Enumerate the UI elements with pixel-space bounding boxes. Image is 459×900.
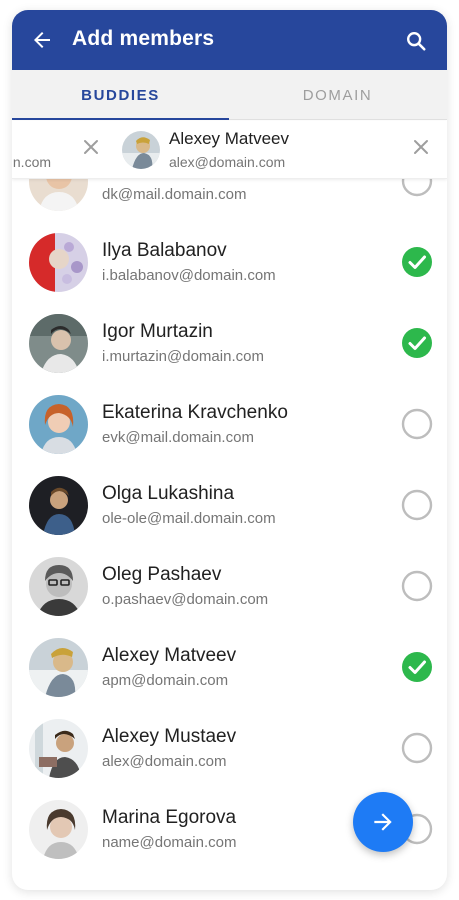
avatar — [29, 395, 88, 454]
member-name: Ekaterina Kravchenko — [102, 402, 288, 423]
member-list[interactable]: Dmitry Khazovdk@mail.domain.comIlya Bala… — [12, 140, 447, 890]
member-email: apm@domain.com — [102, 672, 229, 689]
list-item[interactable]: Alexey Matveev apm@domain.com — [12, 626, 447, 707]
unchecked-circle-icon[interactable] — [401, 408, 433, 440]
member-email: i.balabanov@domain.com — [102, 267, 276, 284]
list-item[interactable]: Ekaterina Kravchenko evk@mail.domain.com — [12, 383, 447, 464]
tab-bar: BUDDIES DOMAIN — [12, 70, 447, 120]
list-item[interactable]: Oleg Pashaev o.pashaev@domain.com — [12, 545, 447, 626]
avatar — [122, 131, 160, 169]
list-item[interactable]: Olga Lukashina ole-ole@mail.domain.com — [12, 464, 447, 545]
member-email: dk@mail.domain.com — [102, 186, 247, 203]
member-email: alex@domain.com — [102, 753, 227, 770]
avatar — [29, 719, 88, 778]
close-icon[interactable] — [413, 139, 429, 155]
arrow-left-icon[interactable] — [30, 28, 54, 52]
member-email: i.murtazin@domain.com — [102, 348, 264, 365]
chip-name: Alexey Matveev — [169, 129, 289, 148]
chip-email: alex@domain.com — [169, 154, 286, 170]
checked-circle-icon[interactable] — [401, 651, 433, 683]
tab-indicator — [12, 118, 229, 120]
member-name: Alexey Mustaev — [102, 726, 237, 747]
app-bar: Add members — [12, 10, 447, 70]
avatar — [29, 638, 88, 697]
member-email: evk@mail.domain.com — [102, 429, 254, 446]
member-email: o.pashaev@domain.com — [102, 591, 269, 608]
member-email: ole-ole@mail.domain.com — [102, 510, 276, 527]
checked-circle-icon[interactable] — [401, 246, 433, 278]
page-title: Add members — [72, 27, 215, 50]
list-item[interactable]: Alexey Mustaev alex@domain.com — [12, 707, 447, 788]
checked-circle-icon[interactable] — [401, 327, 433, 359]
close-icon[interactable] — [83, 139, 99, 155]
member-name: Igor Murtazin — [102, 321, 213, 342]
next-button[interactable] — [353, 792, 413, 852]
chip-email-partial: ain.com — [12, 154, 52, 170]
selected-chips-bar[interactable]: ain.com Alexey Matveev alex@domain.com — [12, 121, 447, 179]
unchecked-circle-icon[interactable] — [401, 570, 433, 602]
avatar — [29, 233, 88, 292]
search-icon[interactable] — [405, 30, 427, 52]
list-item[interactable]: Igor Murtazin i.murtazin@domain.com — [12, 302, 447, 383]
tab-domain[interactable]: DOMAIN — [229, 70, 446, 120]
list-item[interactable]: Ilya Balabanov i.balabanov@domain.com — [12, 221, 447, 302]
member-name: Alexey Matveev — [102, 645, 237, 666]
tab-buddies[interactable]: BUDDIES — [12, 70, 229, 120]
unchecked-circle-icon[interactable] — [401, 732, 433, 764]
unchecked-circle-icon[interactable] — [401, 489, 433, 521]
member-name: Ilya Balabanov — [102, 240, 227, 261]
avatar — [29, 800, 88, 859]
avatar — [29, 557, 88, 616]
avatar — [29, 314, 88, 373]
member-name: Marina Egorova — [102, 807, 237, 828]
member-name: Oleg Pashaev — [102, 564, 222, 585]
avatar — [29, 476, 88, 535]
member-name: Olga Lukashina — [102, 483, 235, 504]
member-email: name@domain.com — [102, 834, 237, 851]
arrow-right-icon — [374, 813, 392, 831]
phone-frame: Add members BUDDIES DOMAIN Dmitry Khazov… — [12, 10, 447, 890]
